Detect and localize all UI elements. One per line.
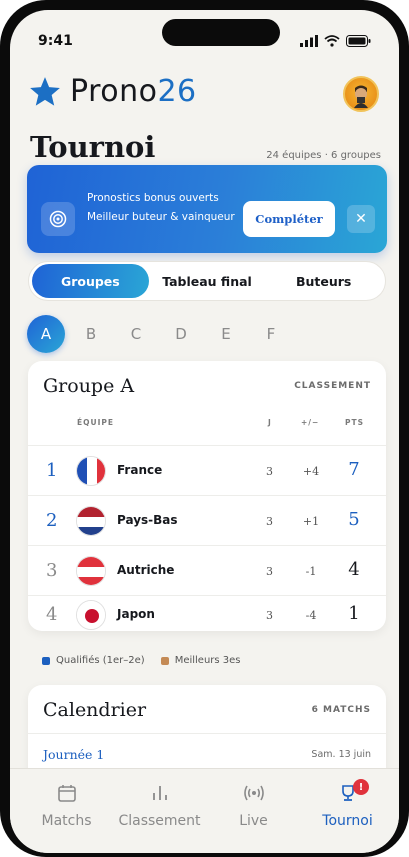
legend-best-third: Meilleurs 3es bbox=[160, 655, 241, 666]
matchday-label[interactable]: Journée 1 bbox=[43, 747, 104, 762]
points: 7 bbox=[348, 459, 360, 480]
avatar[interactable] bbox=[343, 76, 379, 112]
status-icons bbox=[300, 35, 371, 47]
dynamic-island bbox=[162, 19, 280, 46]
qualified-dot-icon bbox=[42, 656, 50, 665]
tab-classement[interactable]: Classement bbox=[111, 783, 208, 829]
page-meta: 24 équipes · 6 groupes bbox=[266, 150, 381, 161]
profile-avatar-icon bbox=[354, 85, 368, 108]
wifi-icon bbox=[324, 35, 340, 47]
tab-label: Live bbox=[239, 813, 268, 829]
austria-flag-icon bbox=[76, 556, 106, 586]
group-letter-e[interactable]: E bbox=[207, 315, 245, 353]
bonus-banner: Pronostics bonus ouverts Meilleur buteur… bbox=[27, 165, 387, 253]
team-name: Autriche bbox=[117, 563, 175, 577]
notification-badge: ! bbox=[353, 779, 369, 795]
tab-tournoi[interactable]: ! Tournoi bbox=[299, 779, 396, 829]
goal-diff: +4 bbox=[302, 465, 320, 478]
tab-label: Matchs bbox=[41, 813, 92, 829]
table-row[interactable]: 2 Pays-Bas 3 +1 5 bbox=[28, 495, 386, 545]
legend-qualified: Qualifiés (1er–2e) bbox=[42, 655, 145, 666]
points: 1 bbox=[348, 603, 360, 624]
table-row[interactable]: 3 Autriche 3 -1 4 bbox=[28, 545, 386, 595]
group-selector: A B C D E F bbox=[27, 315, 297, 353]
played: 3 bbox=[266, 609, 273, 622]
status-time: 9:41 bbox=[38, 33, 73, 49]
close-icon[interactable]: ✕ bbox=[347, 205, 375, 233]
bar-chart-icon bbox=[152, 786, 167, 800]
banner-text: Pronostics bonus ouverts Meilleur buteur… bbox=[87, 192, 235, 223]
team-name: France bbox=[117, 463, 163, 477]
view-segmented-control: Groupes Tableau final Buteurs bbox=[28, 261, 386, 301]
tab-groupes[interactable]: Groupes bbox=[32, 264, 149, 298]
broadcast-icon bbox=[243, 785, 264, 801]
played: 3 bbox=[266, 565, 273, 578]
points: 4 bbox=[348, 559, 360, 580]
group-title: Groupe A bbox=[43, 375, 135, 397]
header-team: ÉQUIPE bbox=[77, 418, 114, 427]
netherlands-flag-icon bbox=[76, 506, 106, 536]
rank: 3 bbox=[46, 560, 58, 581]
goal-diff: -4 bbox=[305, 609, 317, 622]
group-letter-c[interactable]: C bbox=[117, 315, 155, 353]
goal-diff: +1 bbox=[302, 515, 320, 528]
tab-label: Classement bbox=[118, 813, 201, 829]
goal-diff: -1 bbox=[305, 565, 317, 578]
table-row[interactable]: 4 Japon 3 -4 1 bbox=[28, 595, 386, 631]
standings-label: CLASSEMENT bbox=[294, 381, 371, 391]
target-icon bbox=[41, 202, 75, 236]
app-screen: 9:41 Prono26 Tournoi 24 équipes · 6 grou… bbox=[10, 10, 399, 853]
group-standings-card: Groupe A CLASSEMENT ÉQUIPE J +/− PTS 1 F… bbox=[28, 361, 386, 631]
tab-tableau-final[interactable]: Tableau final bbox=[149, 264, 266, 298]
star-icon bbox=[30, 76, 60, 106]
best-third-dot-icon bbox=[160, 656, 169, 665]
header-points: PTS bbox=[345, 418, 365, 427]
points: 5 bbox=[348, 509, 360, 530]
complete-button[interactable]: Compléter bbox=[243, 201, 335, 237]
tab-label: Tournoi bbox=[322, 813, 373, 829]
matchday-date: Sam. 13 juin bbox=[311, 749, 371, 760]
phone-frame: 9:41 Prono26 Tournoi 24 équipes · 6 grou… bbox=[0, 0, 409, 857]
rank: 2 bbox=[46, 510, 58, 531]
france-flag-icon bbox=[76, 456, 106, 486]
brand-logo: Prono26 bbox=[28, 74, 197, 109]
japan-flag-icon bbox=[76, 600, 106, 630]
tab-buteurs[interactable]: Buteurs bbox=[265, 264, 382, 298]
table-row[interactable]: 1 France 3 +4 7 bbox=[28, 445, 386, 495]
standings-legend: Qualifiés (1er–2e) Meilleurs 3es bbox=[42, 655, 241, 666]
brand-name: Prono26 bbox=[70, 74, 197, 109]
header-diff: +/− bbox=[301, 418, 320, 427]
header-played: J bbox=[268, 418, 272, 427]
played: 3 bbox=[266, 515, 273, 528]
bottom-tab-bar: Matchs Classement Live ! Tournoi bbox=[10, 768, 399, 853]
group-letter-d[interactable]: D bbox=[162, 315, 200, 353]
calendar-icon bbox=[57, 785, 76, 802]
rank: 4 bbox=[46, 604, 58, 625]
played: 3 bbox=[266, 465, 273, 478]
signal-icon bbox=[300, 35, 318, 47]
group-letter-f[interactable]: F bbox=[252, 315, 290, 353]
page-title: Tournoi bbox=[30, 130, 156, 164]
tab-matchs[interactable]: Matchs bbox=[18, 783, 115, 829]
rank: 1 bbox=[46, 460, 58, 481]
calendar-title: Calendrier bbox=[43, 699, 147, 721]
group-letter-a[interactable]: A bbox=[27, 315, 65, 353]
battery-icon bbox=[346, 35, 371, 47]
group-letter-b[interactable]: B bbox=[72, 315, 110, 353]
match-count: 6 MATCHS bbox=[311, 705, 371, 715]
tab-live[interactable]: Live bbox=[205, 783, 302, 829]
divider bbox=[28, 733, 386, 734]
team-name: Pays-Bas bbox=[117, 513, 178, 527]
team-name: Japon bbox=[117, 607, 155, 621]
